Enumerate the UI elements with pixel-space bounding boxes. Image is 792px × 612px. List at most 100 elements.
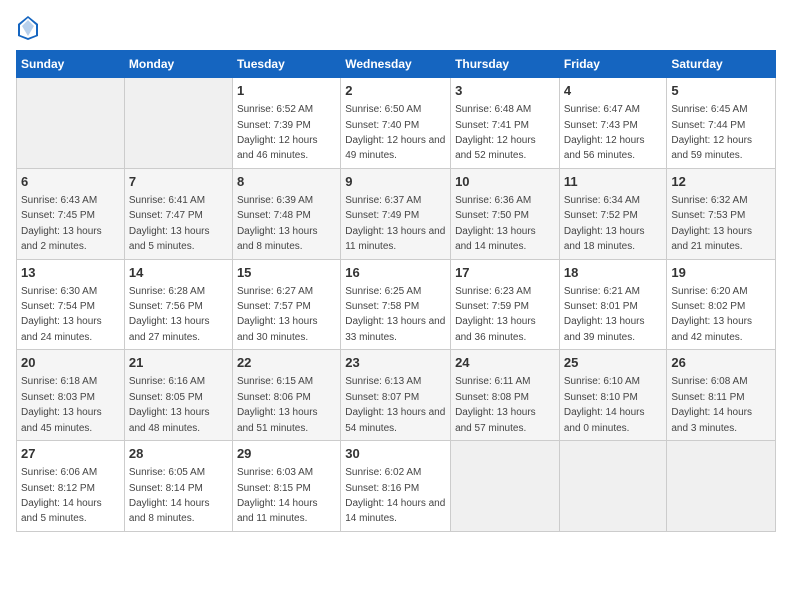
day-info: Sunrise: 6:03 AMSunset: 8:15 PMDaylight:… bbox=[237, 467, 318, 524]
day-number: 27 bbox=[21, 445, 120, 463]
day-info: Sunrise: 6:10 AMSunset: 8:10 PMDaylight:… bbox=[564, 376, 645, 433]
day-info: Sunrise: 6:23 AMSunset: 7:59 PMDaylight:… bbox=[455, 286, 536, 343]
day-number: 12 bbox=[671, 173, 771, 191]
day-number: 30 bbox=[345, 445, 446, 463]
calendar-cell bbox=[124, 78, 232, 169]
calendar-cell: 22Sunrise: 6:15 AMSunset: 8:06 PMDayligh… bbox=[232, 350, 340, 441]
week-row: 20 Sunrise: 6:18 AMSunset: 8:03 PMDayligh… bbox=[17, 350, 776, 441]
day-info: Sunrise: 6:06 AMSunset: 8:12 PMDaylight:… bbox=[21, 467, 102, 524]
calendar-cell: 6 Sunrise: 6:43 AMSunset: 7:45 PMDaylight… bbox=[17, 168, 125, 259]
calendar-cell: 27 Sunrise: 6:06 AMSunset: 8:12 PMDayligh… bbox=[17, 441, 125, 532]
week-row: 6 Sunrise: 6:43 AMSunset: 7:45 PMDaylight… bbox=[17, 168, 776, 259]
calendar-cell: 17Sunrise: 6:23 AMSunset: 7:59 PMDayligh… bbox=[451, 259, 560, 350]
calendar-cell: 13 Sunrise: 6:30 AMSunset: 7:54 PMDayligh… bbox=[17, 259, 125, 350]
day-info: Sunrise: 6:18 AMSunset: 8:03 PMDaylight:… bbox=[21, 376, 102, 433]
calendar-cell: 1 Sunrise: 6:52 AMSunset: 7:39 PMDaylight… bbox=[232, 78, 340, 169]
calendar-cell: 23 Sunrise: 6:13 AMSunset: 8:07 PMDayligh… bbox=[341, 350, 451, 441]
day-number: 10 bbox=[455, 173, 555, 191]
day-info: Sunrise: 6:48 AMSunset: 7:41 PMDaylight:… bbox=[455, 104, 536, 161]
calendar-cell: 15Sunrise: 6:27 AMSunset: 7:57 PMDayligh… bbox=[232, 259, 340, 350]
day-number: 25 bbox=[564, 354, 663, 372]
day-info: Sunrise: 6:28 AMSunset: 7:56 PMDaylight:… bbox=[129, 286, 210, 343]
day-number: 3 bbox=[455, 82, 555, 100]
calendar-cell: 8Sunrise: 6:39 AMSunset: 7:48 PMDaylight… bbox=[232, 168, 340, 259]
day-number: 24 bbox=[455, 354, 555, 372]
calendar-table: SundayMondayTuesdayWednesdayThursdayFrid… bbox=[16, 50, 776, 532]
logo-icon bbox=[18, 16, 38, 40]
day-info: Sunrise: 6:02 AMSunset: 8:16 PMDaylight:… bbox=[345, 467, 445, 524]
calendar-cell: 16 Sunrise: 6:25 AMSunset: 7:58 PMDayligh… bbox=[341, 259, 451, 350]
calendar-cell: 3 Sunrise: 6:48 AMSunset: 7:41 PMDaylight… bbox=[451, 78, 560, 169]
week-row: 1 Sunrise: 6:52 AMSunset: 7:39 PMDaylight… bbox=[17, 78, 776, 169]
day-info: Sunrise: 6:27 AMSunset: 7:57 PMDaylight:… bbox=[237, 286, 318, 343]
day-header-friday: Friday bbox=[559, 51, 667, 78]
day-number: 9 bbox=[345, 173, 446, 191]
day-number: 18 bbox=[564, 264, 663, 282]
calendar-cell bbox=[17, 78, 125, 169]
day-info: Sunrise: 6:36 AMSunset: 7:50 PMDaylight:… bbox=[455, 195, 536, 252]
day-number: 11 bbox=[564, 173, 663, 191]
day-info: Sunrise: 6:45 AMSunset: 7:44 PMDaylight:… bbox=[671, 104, 752, 161]
logo bbox=[16, 16, 42, 40]
day-number: 8 bbox=[237, 173, 336, 191]
calendar-cell bbox=[667, 441, 776, 532]
day-number: 4 bbox=[564, 82, 663, 100]
day-number: 13 bbox=[21, 264, 120, 282]
calendar-cell: 12 Sunrise: 6:32 AMSunset: 7:53 PMDayligh… bbox=[667, 168, 776, 259]
day-info: Sunrise: 6:37 AMSunset: 7:49 PMDaylight:… bbox=[345, 195, 445, 252]
calendar-cell: 14 Sunrise: 6:28 AMSunset: 7:56 PMDayligh… bbox=[124, 259, 232, 350]
day-number: 7 bbox=[129, 173, 228, 191]
day-number: 1 bbox=[237, 82, 336, 100]
day-header-thursday: Thursday bbox=[451, 51, 560, 78]
day-number: 20 bbox=[21, 354, 120, 372]
week-row: 27 Sunrise: 6:06 AMSunset: 8:12 PMDayligh… bbox=[17, 441, 776, 532]
day-info: Sunrise: 6:50 AMSunset: 7:40 PMDaylight:… bbox=[345, 104, 445, 161]
day-number: 23 bbox=[345, 354, 446, 372]
day-number: 29 bbox=[237, 445, 336, 463]
calendar-cell: 21 Sunrise: 6:16 AMSunset: 8:05 PMDayligh… bbox=[124, 350, 232, 441]
calendar-cell: 30 Sunrise: 6:02 AMSunset: 8:16 PMDayligh… bbox=[341, 441, 451, 532]
day-number: 19 bbox=[671, 264, 771, 282]
day-info: Sunrise: 6:32 AMSunset: 7:53 PMDaylight:… bbox=[671, 195, 752, 252]
calendar-cell: 29 Sunrise: 6:03 AMSunset: 8:15 PMDayligh… bbox=[232, 441, 340, 532]
calendar-cell: 28 Sunrise: 6:05 AMSunset: 8:14 PMDayligh… bbox=[124, 441, 232, 532]
day-header-tuesday: Tuesday bbox=[232, 51, 340, 78]
day-number: 21 bbox=[129, 354, 228, 372]
calendar-cell: 18 Sunrise: 6:21 AMSunset: 8:01 PMDayligh… bbox=[559, 259, 667, 350]
day-info: Sunrise: 6:20 AMSunset: 8:02 PMDaylight:… bbox=[671, 286, 752, 343]
day-number: 26 bbox=[671, 354, 771, 372]
day-info: Sunrise: 6:21 AMSunset: 8:01 PMDaylight:… bbox=[564, 286, 645, 343]
calendar-cell: 5 Sunrise: 6:45 AMSunset: 7:44 PMDaylight… bbox=[667, 78, 776, 169]
day-info: Sunrise: 6:16 AMSunset: 8:05 PMDaylight:… bbox=[129, 376, 210, 433]
day-info: Sunrise: 6:11 AMSunset: 8:08 PMDaylight:… bbox=[455, 376, 536, 433]
day-number: 28 bbox=[129, 445, 228, 463]
calendar-cell bbox=[559, 441, 667, 532]
day-number: 5 bbox=[671, 82, 771, 100]
calendar-cell: 20 Sunrise: 6:18 AMSunset: 8:03 PMDayligh… bbox=[17, 350, 125, 441]
calendar-cell: 4 Sunrise: 6:47 AMSunset: 7:43 PMDaylight… bbox=[559, 78, 667, 169]
day-info: Sunrise: 6:52 AMSunset: 7:39 PMDaylight:… bbox=[237, 104, 318, 161]
day-info: Sunrise: 6:43 AMSunset: 7:45 PMDaylight:… bbox=[21, 195, 102, 252]
day-number: 6 bbox=[21, 173, 120, 191]
day-info: Sunrise: 6:30 AMSunset: 7:54 PMDaylight:… bbox=[21, 286, 102, 343]
day-info: Sunrise: 6:34 AMSunset: 7:52 PMDaylight:… bbox=[564, 195, 645, 252]
calendar-cell: 26 Sunrise: 6:08 AMSunset: 8:11 PMDayligh… bbox=[667, 350, 776, 441]
day-number: 16 bbox=[345, 264, 446, 282]
day-number: 14 bbox=[129, 264, 228, 282]
day-info: Sunrise: 6:15 AMSunset: 8:06 PMDaylight:… bbox=[237, 376, 318, 433]
day-info: Sunrise: 6:25 AMSunset: 7:58 PMDaylight:… bbox=[345, 286, 445, 343]
day-info: Sunrise: 6:08 AMSunset: 8:11 PMDaylight:… bbox=[671, 376, 752, 433]
calendar-cell: 2Sunrise: 6:50 AMSunset: 7:40 PMDaylight… bbox=[341, 78, 451, 169]
day-header-monday: Monday bbox=[124, 51, 232, 78]
calendar-cell: 25 Sunrise: 6:10 AMSunset: 8:10 PMDayligh… bbox=[559, 350, 667, 441]
calendar-cell: 24 Sunrise: 6:11 AMSunset: 8:08 PMDayligh… bbox=[451, 350, 560, 441]
day-info: Sunrise: 6:47 AMSunset: 7:43 PMDaylight:… bbox=[564, 104, 645, 161]
page-header bbox=[16, 16, 776, 40]
calendar-cell: 10 Sunrise: 6:36 AMSunset: 7:50 PMDayligh… bbox=[451, 168, 560, 259]
day-info: Sunrise: 6:05 AMSunset: 8:14 PMDaylight:… bbox=[129, 467, 210, 524]
day-header-sunday: Sunday bbox=[17, 51, 125, 78]
day-header-wednesday: Wednesday bbox=[341, 51, 451, 78]
day-header-saturday: Saturday bbox=[667, 51, 776, 78]
calendar-cell: 9 Sunrise: 6:37 AMSunset: 7:49 PMDaylight… bbox=[341, 168, 451, 259]
day-info: Sunrise: 6:13 AMSunset: 8:07 PMDaylight:… bbox=[345, 376, 445, 433]
